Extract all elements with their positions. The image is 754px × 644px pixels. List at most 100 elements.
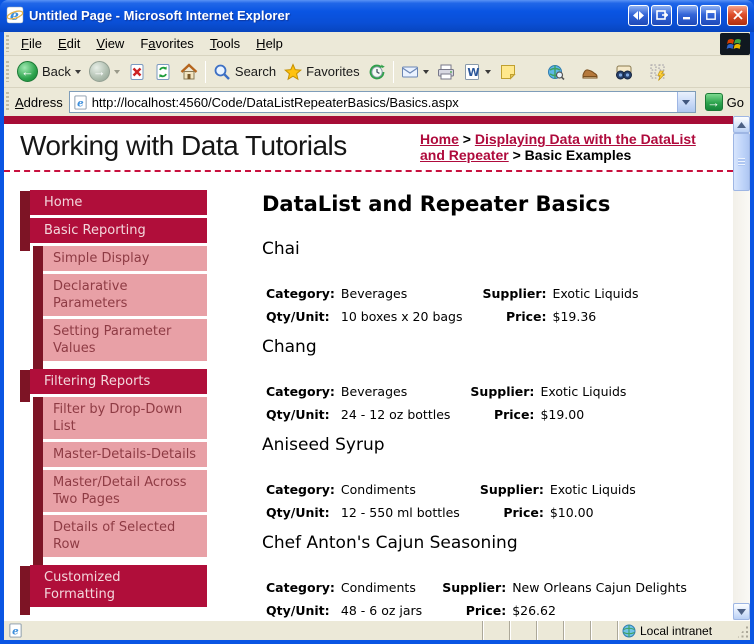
- favorites-button[interactable]: Favorites: [280, 61, 363, 83]
- category-label: Category:: [266, 580, 335, 595]
- page-ie-icon: e: [74, 94, 87, 110]
- supplier-label: Supplier:: [479, 482, 544, 497]
- scrollbar-thumb[interactable]: [733, 133, 750, 191]
- menu-bar-items: File Edit View Favorites Tools Help: [13, 33, 291, 54]
- address-bar: Address e http://localhost:4560/Code/Dat…: [4, 88, 750, 116]
- back-dropdown-icon[interactable]: [74, 69, 81, 74]
- sidebar-header-home[interactable]: Home: [20, 190, 207, 223]
- msn-search-button[interactable]: [543, 61, 569, 83]
- sidebar-header-filtering-reports[interactable]: Filtering Reports: [20, 369, 207, 402]
- shoe-icon: [582, 68, 598, 78]
- search-button[interactable]: Search: [209, 61, 280, 83]
- go-label: Go: [726, 94, 744, 110]
- scroll-down-button[interactable]: [733, 603, 750, 620]
- mail-dropdown-icon[interactable]: [422, 69, 429, 74]
- addon-shoe-button[interactable]: [577, 61, 603, 83]
- globe-icon: [622, 624, 636, 637]
- menu-help[interactable]: Help: [248, 33, 291, 54]
- close-button[interactable]: [727, 4, 748, 26]
- scroll-up-button[interactable]: [733, 116, 750, 133]
- address-input[interactable]: e http://localhost:4560/Code/DataListRep…: [68, 91, 696, 113]
- supplier-value: New Orleans Cajun Delights: [512, 580, 687, 595]
- back-button[interactable]: Back: [13, 59, 85, 84]
- sidebar-item-master-details-details[interactable]: Master-Details-Details: [43, 442, 207, 467]
- menu-edit[interactable]: Edit: [50, 33, 88, 54]
- product-item: Chef Anton's Cajun Seasoning Category: C…: [262, 533, 725, 620]
- window-popout-button[interactable]: [651, 4, 672, 26]
- status-pane: [591, 621, 618, 640]
- sidebar-item-details-of-selected-row[interactable]: Details of Selected Row: [43, 515, 207, 557]
- history-button[interactable]: [364, 61, 390, 83]
- category-value: Condiments: [340, 482, 416, 497]
- title-bar: e Untitled Page - Microsoft Internet Exp…: [0, 0, 754, 32]
- refresh-icon: [156, 63, 170, 80]
- sidebar-item-filter-by-drop-down-list[interactable]: Filter by Drop-Down List: [43, 397, 207, 439]
- security-zone-label: Local intranet: [640, 623, 713, 638]
- scrollbar-track[interactable]: [733, 133, 750, 603]
- window-nav-button[interactable]: [628, 4, 649, 26]
- print-button[interactable]: [433, 61, 459, 83]
- research-button[interactable]: [611, 61, 637, 83]
- breadcrumb-separator: >: [508, 147, 525, 163]
- qty-label: Qty/Unit:: [266, 407, 330, 422]
- toolbar-grip[interactable]: [6, 60, 9, 83]
- home-button[interactable]: [176, 61, 202, 83]
- home-icon: [180, 62, 198, 79]
- edit-with-word-button[interactable]: W: [459, 61, 495, 83]
- supplier-value: Exotic Liquids: [549, 482, 636, 497]
- sidebar-item-declarative-parameters[interactable]: Declarative Parameters: [43, 274, 207, 316]
- supplier-label: Supplier:: [442, 580, 507, 595]
- edit-dropdown-icon[interactable]: [484, 69, 491, 74]
- product-list: Chai Category: Beverages Supplier: Exoti…: [262, 239, 725, 620]
- standard-buttons-toolbar: Back: [4, 56, 750, 88]
- product-details-table: Category: Condiments Supplier: New Orlea…: [262, 575, 691, 620]
- history-icon: [369, 64, 385, 79]
- svg-text:e: e: [10, 8, 19, 24]
- back-icon: [17, 61, 38, 82]
- forward-dropdown-icon: [113, 69, 120, 74]
- stop-button[interactable]: [124, 61, 150, 83]
- qty-label: Qty/Unit:: [266, 505, 330, 520]
- menu-view[interactable]: View: [88, 33, 132, 54]
- supplier-value: Exotic Liquids: [552, 286, 639, 301]
- window-title: Untitled Page - Microsoft Internet Explo…: [29, 7, 290, 23]
- resize-grip[interactable]: [736, 621, 750, 640]
- refresh-button[interactable]: [150, 61, 176, 83]
- menu-file[interactable]: File: [13, 33, 50, 54]
- sidebar-header-basic-reporting[interactable]: Basic Reporting: [20, 218, 207, 251]
- menu-tools[interactable]: Tools: [202, 33, 248, 54]
- favorites-label: Favorites: [306, 64, 360, 79]
- supplier-label: Supplier:: [482, 286, 547, 301]
- sidebar-header-customized-formatting[interactable]: Customized Formatting: [20, 565, 207, 615]
- maximize-button[interactable]: [700, 4, 721, 26]
- vertical-scrollbar[interactable]: [733, 116, 750, 620]
- svg-text:W: W: [467, 66, 479, 79]
- address-dropdown-button[interactable]: [676, 92, 695, 112]
- note-icon: [500, 64, 516, 80]
- minimize-button[interactable]: [677, 4, 698, 26]
- sidebar-item-simple-display[interactable]: Simple Display: [43, 246, 207, 271]
- address-url-text: http://localhost:4560/Code/DataListRepea…: [91, 94, 459, 110]
- menu-bar-grip[interactable]: [6, 35, 9, 52]
- address-bar-grip[interactable]: [6, 92, 9, 112]
- menu-favorites[interactable]: Favorites: [132, 33, 201, 54]
- sidebar-item-master-detail-across-two-pages[interactable]: Master/Detail Across Two Pages: [43, 470, 207, 512]
- status-pane: [564, 621, 591, 640]
- messenger-button[interactable]: [645, 61, 671, 83]
- breadcrumb-home[interactable]: Home: [420, 131, 459, 147]
- status-bar: e Local intranet: [4, 620, 750, 640]
- sidebar-subsection: Filter by Drop-Down List Master-Details-D…: [33, 397, 207, 565]
- browser-window: e Untitled Page - Microsoft Internet Exp…: [0, 0, 754, 644]
- web-page: Working with Data Tutorials Home > Displ…: [4, 116, 733, 620]
- breadcrumb-separator: >: [458, 131, 475, 147]
- research-binoculars-icon: [615, 65, 632, 79]
- mail-button[interactable]: [397, 61, 433, 83]
- qty-value: 12 - 550 ml bottles: [340, 505, 460, 520]
- forward-button[interactable]: [85, 59, 124, 84]
- discuss-button[interactable]: [495, 61, 521, 83]
- go-arrow-icon: [704, 93, 723, 111]
- windows-flag-icon: [720, 32, 750, 55]
- go-button[interactable]: Go: [701, 92, 750, 112]
- globe-search-icon: [547, 64, 565, 80]
- sidebar-item-setting-parameter-values[interactable]: Setting Parameter Values: [43, 319, 207, 361]
